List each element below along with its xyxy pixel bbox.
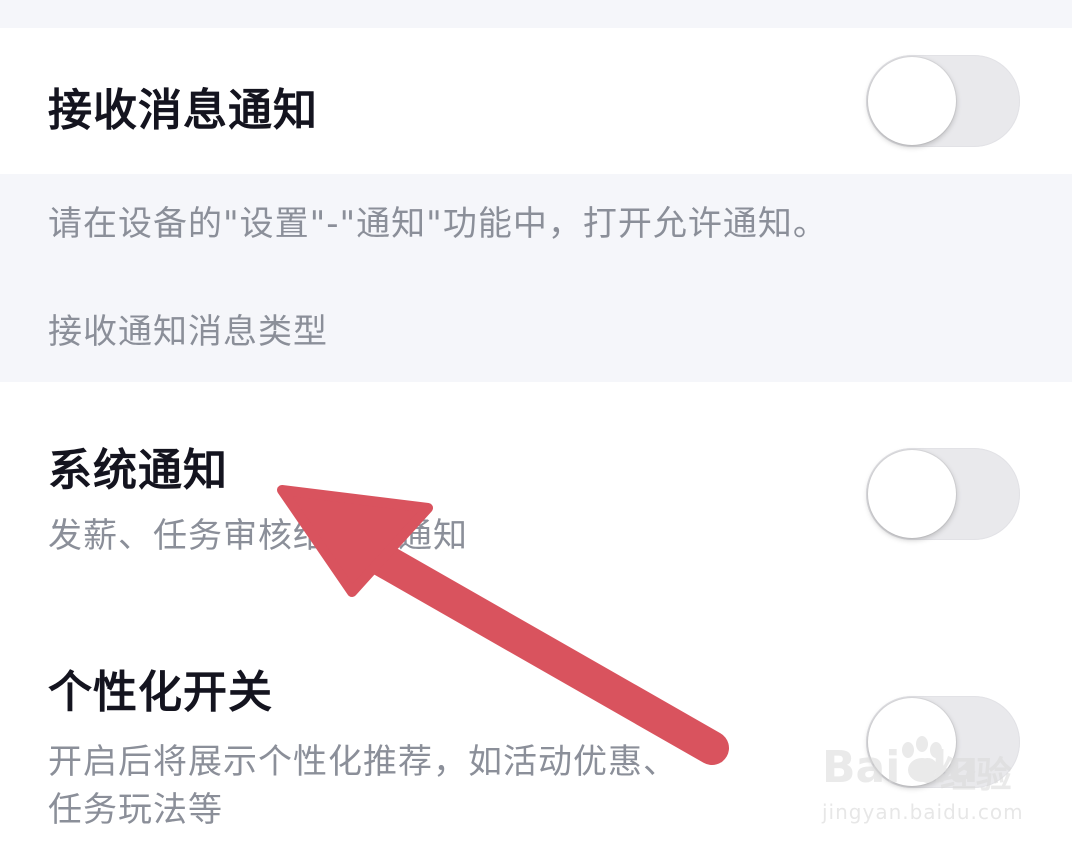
toggle-knob — [868, 450, 956, 538]
system-notifications-title: 系统通知 — [48, 445, 228, 496]
receive-notifications-toggle[interactable] — [866, 55, 1020, 147]
notification-hint-panel: 请在设备的"设置"-"通知"功能中，打开允许通知。 接收通知消息类型 — [0, 174, 1072, 382]
personalization-description-line2: 任务玩法等 — [48, 790, 223, 830]
receive-notifications-title: 接收消息通知 — [48, 85, 318, 136]
top-divider-strip — [0, 0, 1072, 28]
system-notifications-toggle[interactable] — [866, 448, 1020, 540]
toggle-knob — [868, 57, 956, 145]
personalization-title: 个性化开关 — [48, 667, 273, 718]
permission-hint-text: 请在设备的"设置"-"通知"功能中，打开允许通知。 — [48, 204, 828, 244]
system-notifications-row: 系统通知 发薪、任务审核结果等通知 — [0, 382, 1072, 602]
system-notifications-description: 发薪、任务审核结果等通知 — [48, 516, 468, 556]
baidu-jingyan-watermark: Bai du 经验 jingyan.baidu.com — [822, 736, 1024, 832]
receive-notifications-row: 接收消息通知 — [0, 28, 1072, 174]
watermark-url: jingyan.baidu.com — [822, 800, 1024, 824]
section-label: 接收通知消息类型 — [48, 312, 328, 352]
personalization-description-line1: 开启后将展示个性化推荐，如活动优惠、 — [48, 742, 678, 782]
watermark-brand-text: 经验 — [940, 755, 1013, 796]
